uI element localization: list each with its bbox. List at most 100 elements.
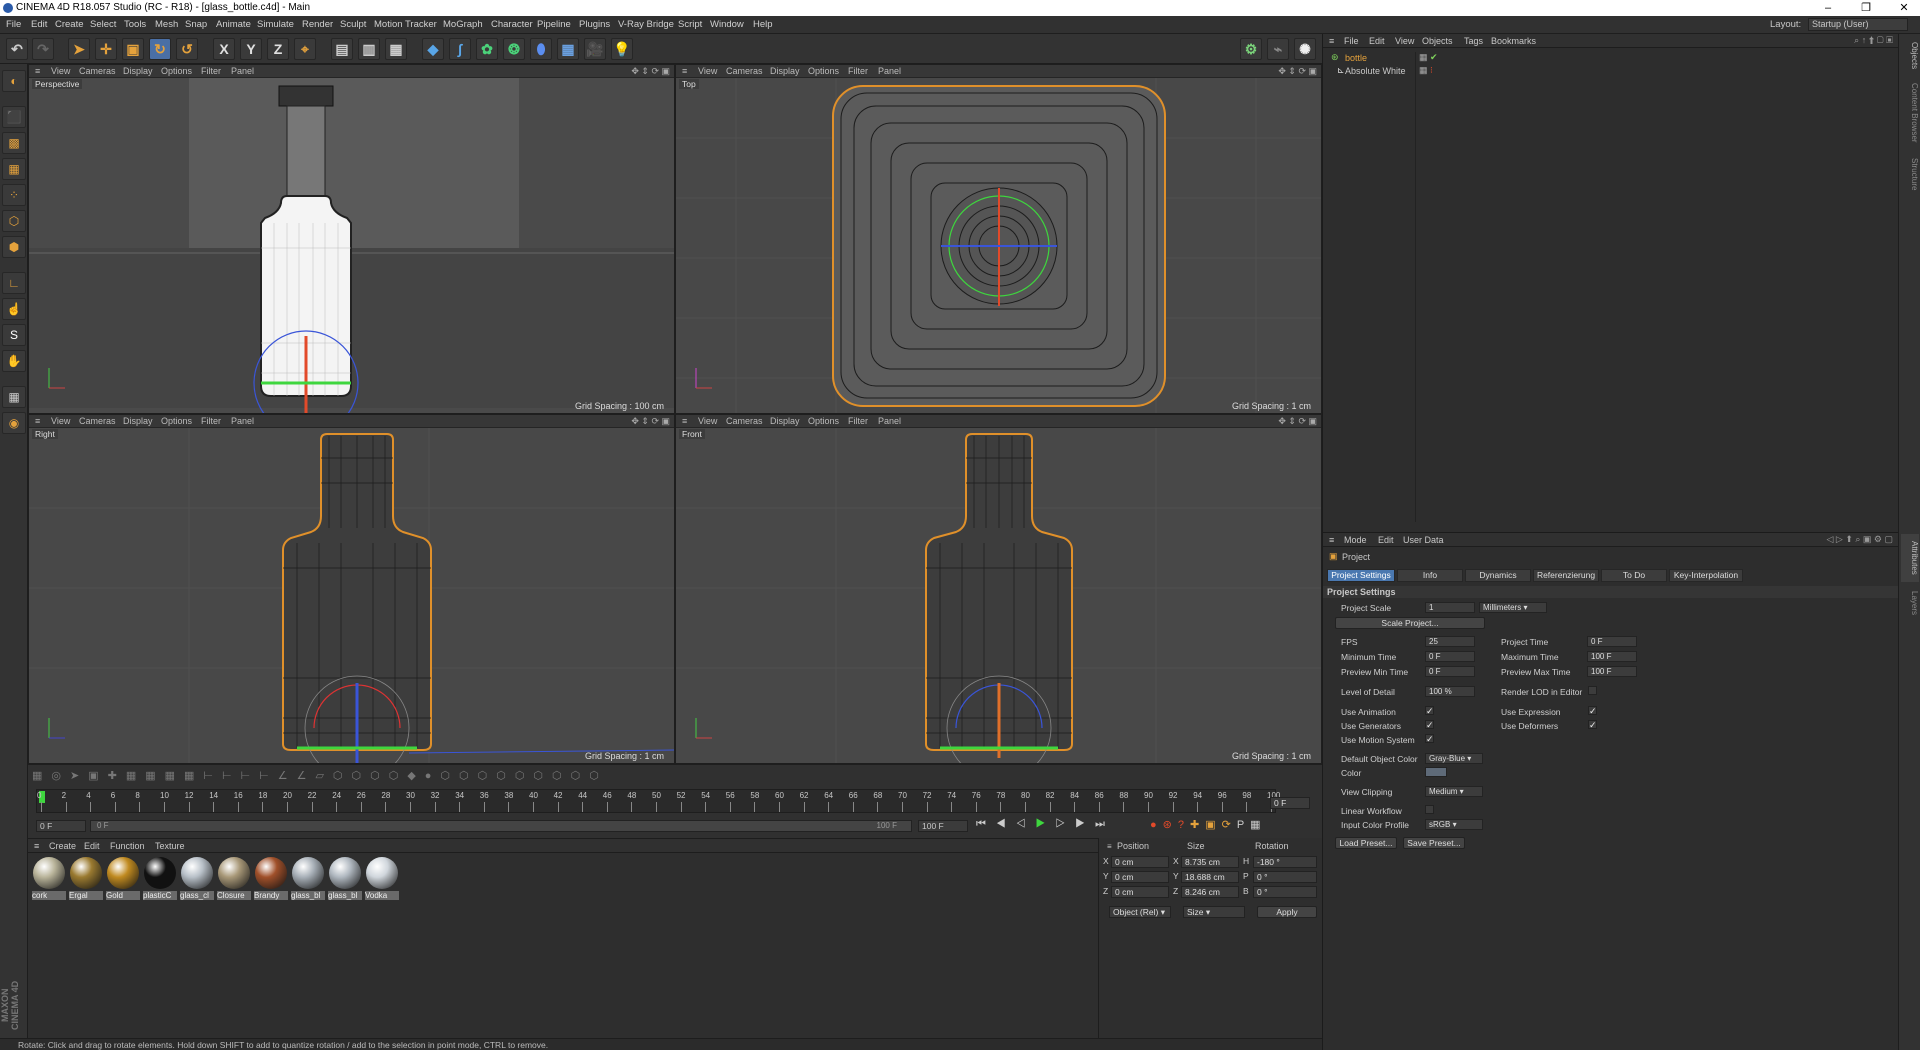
spline-pen-icon[interactable]: ∫ <box>449 38 471 60</box>
vp-menu-view[interactable]: View <box>698 416 717 426</box>
menu-mesh[interactable]: Mesh <box>155 19 178 30</box>
menu-window[interactable]: Window <box>710 19 744 30</box>
input-profile-select[interactable]: sRGB ▾ <box>1425 819 1483 830</box>
preview-min-field[interactable]: 0 F <box>1425 666 1475 677</box>
vp-menu-panel[interactable]: Panel <box>878 416 901 426</box>
object-menu-view[interactable]: View <box>1395 36 1414 46</box>
menu-motion-tracker[interactable]: Motion Tracker <box>374 19 437 30</box>
menu-script[interactable]: Script <box>678 19 702 30</box>
layout-select[interactable]: Startup (User) <box>1808 18 1908 31</box>
tab-layers-vertical[interactable]: Layers <box>1901 586 1919 620</box>
tab-objects-vertical[interactable]: Objects <box>1901 38 1919 74</box>
vp-menu-view[interactable]: View <box>51 416 70 426</box>
material-swatch[interactable]: Vodka <box>365 856 399 900</box>
vp-nav-icons[interactable]: ✥ ⇕ ⟳ ▣ <box>1278 66 1317 77</box>
cube-icon[interactable]: ◆ <box>422 38 444 60</box>
workplane-mode-icon[interactable]: ▦ <box>2 158 26 180</box>
viewport-front[interactable]: ≡ View Cameras Display Options Filter Pa… <box>675 414 1322 764</box>
vp-menu-icon[interactable]: ≡ <box>35 416 40 426</box>
light-icon[interactable]: 💡 <box>611 38 633 60</box>
render-settings-icon[interactable]: ▦ <box>385 38 407 60</box>
vp-menu-icon[interactable]: ≡ <box>682 66 687 76</box>
vp-menu-panel[interactable]: Panel <box>231 416 254 426</box>
menu-plugins[interactable]: Plugins <box>579 19 610 30</box>
vp-menu-view[interactable]: View <box>698 66 717 76</box>
menu-edit[interactable]: Edit <box>31 19 47 30</box>
visibility-icon[interactable]: ▦ ✔ <box>1419 52 1438 63</box>
menu-help[interactable]: Help <box>753 19 773 30</box>
scale-icon[interactable]: ▣ <box>122 38 144 60</box>
size-field[interactable]: 18.688 cm <box>1181 871 1239 883</box>
material-swatch[interactable]: Ergal <box>69 856 103 900</box>
vp-nav-icons[interactable]: ✥ ⇕ ⟳ ▣ <box>631 416 670 427</box>
end-frame-field[interactable]: 100 F <box>918 820 968 832</box>
minimum-time-field[interactable]: 0 F <box>1425 651 1475 662</box>
size-field[interactable]: 8.246 cm <box>1181 886 1239 898</box>
material-swatch[interactable]: Closure <box>217 856 251 900</box>
maximum-time-field[interactable]: 100 F <box>1587 651 1637 662</box>
vp-menu-cameras[interactable]: Cameras <box>726 416 763 426</box>
rotation-field[interactable]: 0 ° <box>1253 886 1317 898</box>
tab-info[interactable]: Info <box>1397 569 1463 582</box>
project-scale-field[interactable]: 1 <box>1425 602 1475 613</box>
vp-menu-display[interactable]: Display <box>770 416 800 426</box>
vp-menu-panel[interactable]: Panel <box>231 66 254 76</box>
lock-workplane-icon[interactable]: ✋ <box>2 350 26 372</box>
undo-icon[interactable]: ↶ <box>6 38 28 60</box>
menu-vray-bridge[interactable]: V-Ray Bridge <box>618 19 674 30</box>
rotate-icon[interactable]: ↻ <box>149 38 171 60</box>
keyframe-controls[interactable]: ●⊛?✚▣⟳P▦ <box>1150 818 1310 834</box>
object-menu-edit[interactable]: Edit <box>1369 36 1385 46</box>
coordinate-system-icon[interactable]: ⌖ <box>294 38 316 60</box>
use-deformers-checkbox[interactable]: ✓ <box>1588 720 1597 730</box>
timeline-tool-icons[interactable]: ▦◎➤▣✚▦▦▦▦⊢⊢⊢⊢∠∠▱⬡⬡⬡⬡◆●⬡⬡⬡⬡⬡⬡⬡⬡⬡ <box>32 769 772 783</box>
vp-nav-icons[interactable]: ✥ ⇕ ⟳ ▣ <box>1278 416 1317 427</box>
attribute-menu-edit[interactable]: Edit <box>1378 535 1394 545</box>
subdivision-surface-icon[interactable]: ✿ <box>476 38 498 60</box>
texture-mode-icon[interactable]: ▩ <box>2 132 26 154</box>
recent-tool-icon[interactable]: ↺ <box>176 38 198 60</box>
use-expression-checkbox[interactable]: ✓ <box>1588 706 1597 716</box>
object-menu-icon[interactable]: ≡ <box>1329 36 1334 46</box>
menu-animate[interactable]: Animate <box>216 19 251 30</box>
axis-mode-icon[interactable]: ∟ <box>2 272 26 294</box>
default-color-select[interactable]: Gray-Blue ▾ <box>1425 753 1483 764</box>
workplane-icon[interactable]: ▦ <box>2 386 26 408</box>
vp-menu-filter[interactable]: Filter <box>848 416 868 426</box>
array-icon[interactable]: ❂ <box>503 38 525 60</box>
polygons-mode-icon[interactable]: ⬢ <box>2 236 26 258</box>
vray-render-icon[interactable]: ⚙ <box>1240 38 1262 60</box>
render-picture-viewer-icon[interactable]: ▥ <box>358 38 380 60</box>
coord-mode-select[interactable]: Object (Rel) ▾ <box>1109 906 1171 918</box>
material-swatch[interactable]: cork <box>32 856 66 900</box>
tab-key-interpolation[interactable]: Key-Interpolation <box>1669 569 1743 582</box>
use-generators-checkbox[interactable]: ✓ <box>1425 720 1434 730</box>
material-swatch[interactable]: glass_bl <box>291 856 325 900</box>
menu-select[interactable]: Select <box>90 19 116 30</box>
current-frame-field[interactable]: 0 F <box>1270 797 1310 809</box>
vp-menu-icon[interactable]: ≡ <box>35 66 40 76</box>
use-animation-checkbox[interactable]: ✓ <box>1425 706 1434 716</box>
menu-character[interactable]: Character <box>491 19 533 30</box>
solo-icon[interactable]: ◉ <box>2 412 26 434</box>
vp-menu-display[interactable]: Display <box>770 66 800 76</box>
menu-mograph[interactable]: MoGraph <box>443 19 483 30</box>
material-swatch[interactable]: plasticC <box>143 856 177 900</box>
live-selection-icon[interactable]: ➤ <box>68 38 90 60</box>
y-axis-lock[interactable]: Y <box>240 38 262 60</box>
position-field[interactable]: 0 cm <box>1111 856 1169 868</box>
object-menu-objects[interactable]: Objects <box>1422 36 1453 46</box>
vp-menu-panel[interactable]: Panel <box>878 66 901 76</box>
save-preset-button[interactable]: Save Preset... <box>1403 837 1465 849</box>
floor-icon[interactable]: ▦ <box>557 38 579 60</box>
menu-file[interactable]: File <box>6 19 21 30</box>
edges-mode-icon[interactable]: ⬡ <box>2 210 26 232</box>
attribute-menu-icon[interactable]: ≡ <box>1329 535 1334 545</box>
tab-referenzierung[interactable]: Referenzierung <box>1533 569 1599 582</box>
color-swatch[interactable] <box>1425 767 1447 777</box>
object-menu-file[interactable]: File <box>1344 36 1359 46</box>
tab-content-browser-vertical[interactable]: Content Browser <box>1901 80 1919 146</box>
attribute-menu-userdata[interactable]: User Data <box>1403 535 1444 545</box>
redo-icon[interactable]: ↷ <box>32 38 54 60</box>
object-menu-bookmarks[interactable]: Bookmarks <box>1491 36 1536 46</box>
